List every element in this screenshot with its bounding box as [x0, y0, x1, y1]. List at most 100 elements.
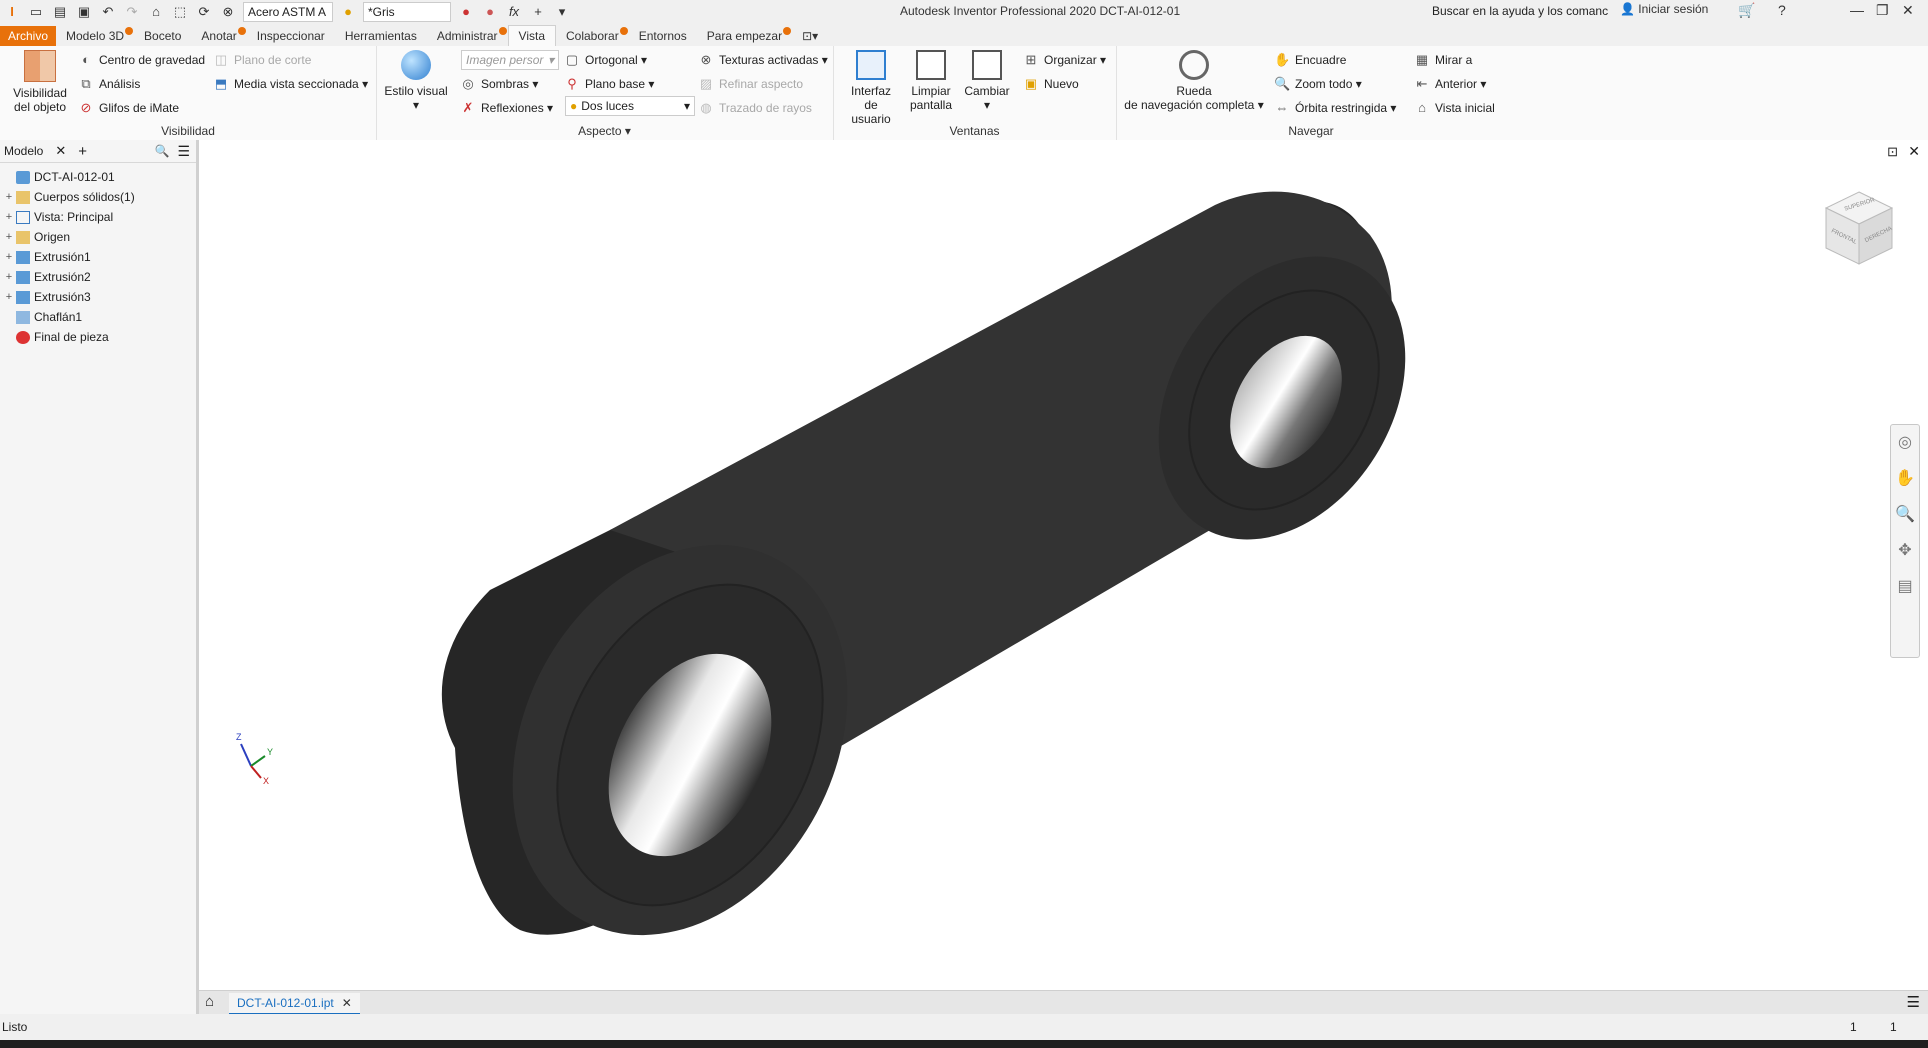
panel-title-aspecto[interactable]: Aspecto ▾: [376, 124, 833, 138]
inventor-logo-icon[interactable]: I: [4, 4, 20, 20]
tab-administrar[interactable]: Administrar: [427, 26, 508, 46]
environment-image-dropdown[interactable]: Imagen persor ▾: [461, 50, 559, 70]
tab-anotar[interactable]: Anotar: [191, 26, 246, 46]
tab-vista[interactable]: Vista: [507, 25, 556, 46]
half-section-view-button[interactable]: ⬒ Media vista seccionada ▾: [213, 76, 368, 92]
ground-plane-icon: ⚲: [567, 76, 577, 91]
save-icon[interactable]: ▣: [76, 4, 92, 20]
zoom-icon[interactable]: 🔍: [1891, 497, 1919, 533]
tree-item-view[interactable]: + Vista: Principal: [0, 207, 196, 227]
ray-tracing-button[interactable]: ◍ Trazado de rayos: [698, 100, 812, 116]
appearance-dropdown[interactable]: *Gris: [363, 2, 451, 22]
expand-icon[interactable]: +: [4, 211, 14, 223]
full-navigation-wheel-button[interactable]: Rueda de navegación completa ▾: [1124, 50, 1264, 112]
home-view-button[interactable]: ⌂ Vista inicial: [1414, 100, 1495, 116]
lighting-style-dropdown[interactable]: ● Dos luces ▾: [565, 96, 695, 116]
expand-icon[interactable]: +: [4, 231, 14, 243]
reflections-button[interactable]: ✗ Reflexiones ▾: [460, 100, 554, 116]
badge-dot: [125, 27, 134, 35]
badge-dot: [237, 27, 246, 35]
close-viewport-icon[interactable]: ✕: [1908, 143, 1920, 160]
close-window-icon[interactable]: ✕: [1902, 2, 1914, 19]
minimize-icon[interactable]: —: [1850, 2, 1864, 18]
help-search-input[interactable]: Buscar en la ayuda y los comanc: [1432, 2, 1612, 20]
fx-parameters-icon[interactable]: fx: [506, 4, 522, 20]
select-icon[interactable]: ⬚: [172, 4, 188, 20]
tree-item-part[interactable]: DCT-AI-012-01: [0, 167, 196, 187]
tab-list-menu-icon[interactable]: ☰: [1907, 993, 1920, 1011]
customize-icon[interactable]: ▾: [554, 4, 570, 20]
new-file-icon[interactable]: ▭: [28, 4, 44, 20]
view-cube[interactable]: SUPERIOR FRONTAL DERECHA: [1824, 190, 1894, 266]
arrange-button[interactable]: ⊞ Organizar ▾: [1023, 52, 1107, 68]
menu-icon[interactable]: ☰: [177, 143, 190, 160]
add-browser-icon[interactable]: +: [78, 143, 87, 160]
open-folder-icon[interactable]: ▤: [52, 4, 68, 20]
ground-plane-button[interactable]: ⚲ Plano base ▾: [564, 76, 654, 92]
tab-modelo-3d[interactable]: Modelo 3D: [56, 26, 134, 46]
cart-icon[interactable]: 🛒: [1738, 2, 1755, 19]
analysis-button[interactable]: ⧉ Análisis: [78, 76, 140, 92]
switch-window-button[interactable]: Cambiar ▾: [959, 50, 1015, 112]
refine-appearance-button[interactable]: ▨ Refinar aspecto: [698, 76, 803, 92]
tab-inspeccionar[interactable]: Inspeccionar: [247, 26, 335, 46]
tab-boceto[interactable]: Boceto: [134, 26, 191, 46]
tree-item-solid-bodies[interactable]: + Cuerpos sólidos(1): [0, 187, 196, 207]
tab-archivo[interactable]: Archivo: [0, 26, 57, 46]
adjust-icon[interactable]: ●: [458, 4, 474, 20]
maximize-viewport-icon[interactable]: ⊡: [1887, 144, 1898, 160]
tree-item-end-of-part[interactable]: Final de pieza: [0, 327, 196, 347]
tree-item-extrusion2[interactable]: + Extrusión2: [0, 267, 196, 287]
redo-icon[interactable]: ↷: [124, 4, 140, 20]
constrained-orbit-button[interactable]: ⇔ Órbita restringida ▾: [1274, 100, 1397, 116]
zoom-all-button[interactable]: 🔍 Zoom todo ▾: [1274, 76, 1362, 92]
look-at-button[interactable]: ▦ Mirar a: [1414, 52, 1473, 68]
expand-icon[interactable]: +: [4, 271, 14, 283]
sign-in-button[interactable]: 👤 Iniciar sesión: [1620, 2, 1708, 16]
search-icon[interactable]: 🔍: [154, 144, 169, 158]
section-plane-button[interactable]: ◫ Plano de corte: [213, 52, 312, 68]
orbit-icon[interactable]: ✥: [1891, 533, 1919, 569]
imate-glyphs-button[interactable]: ⊘ Glifos de iMate: [78, 100, 180, 116]
tree-item-extrusion3[interactable]: + Extrusión3: [0, 287, 196, 307]
close-icon[interactable]: ✕: [55, 143, 66, 159]
previous-view-button[interactable]: ⇤ Anterior ▾: [1414, 76, 1487, 92]
expand-icon[interactable]: +: [4, 191, 14, 203]
object-visibility-button[interactable]: Visibilidad del objeto: [8, 50, 72, 114]
help-icon[interactable]: ?: [1778, 2, 1786, 18]
clear-appearance-icon[interactable]: ●: [482, 4, 498, 20]
pan-hand-icon[interactable]: ✋: [1891, 461, 1919, 497]
pan-button[interactable]: ✋ Encuadre: [1274, 52, 1346, 68]
tab-para-empezar[interactable]: Para empezar: [697, 26, 792, 46]
home-icon[interactable]: ⌂: [148, 4, 164, 20]
steering-wheel-icon[interactable]: ◎: [1891, 425, 1919, 461]
shadows-button[interactable]: ◎ Sombras ▾: [460, 76, 538, 92]
textures-on-button[interactable]: ⊗ Texturas activadas ▾: [698, 52, 828, 68]
tab-colaborar[interactable]: Colaborar: [556, 26, 629, 46]
material-dropdown[interactable]: Acero ASTM A: [243, 2, 333, 22]
home-icon[interactable]: ⌂: [205, 993, 214, 1010]
tree-item-chamfer1[interactable]: Chaflán1: [0, 307, 196, 327]
tree-item-origin[interactable]: + Origen: [0, 227, 196, 247]
restore-icon[interactable]: ❐: [1876, 2, 1889, 19]
user-interface-button[interactable]: Interfaz de usuario: [843, 50, 899, 126]
clean-screen-button[interactable]: Limpiar pantalla: [903, 50, 959, 112]
graphics-viewport[interactable]: SUPERIOR FRONTAL DERECHA ◎ ✋ 🔍 ✥ ▤ Z Y X…: [199, 140, 1928, 990]
expand-icon[interactable]: +: [4, 251, 14, 263]
plus-icon[interactable]: +: [530, 4, 546, 20]
center-of-gravity-button[interactable]: ◐ Centro de gravedad: [78, 52, 205, 68]
new-window-button[interactable]: ▣ Nuevo: [1023, 76, 1079, 92]
document-tab[interactable]: DCT-AI-012-01.ipt ✕: [229, 993, 360, 1015]
tab-herramientas[interactable]: Herramientas: [335, 26, 427, 46]
browser-tab-modelo[interactable]: Modelo: [4, 144, 43, 158]
tab-overflow-icon[interactable]: ⊡▾: [792, 26, 828, 46]
close-tab-icon[interactable]: ✕: [342, 996, 352, 1010]
tree-item-extrusion1[interactable]: + Extrusión1: [0, 247, 196, 267]
tab-entornos[interactable]: Entornos: [629, 26, 697, 46]
visual-style-button[interactable]: Estilo visual ▾: [384, 50, 448, 112]
update-icon[interactable]: ⟳: [196, 4, 212, 20]
expand-icon[interactable]: +: [4, 291, 14, 303]
look-at-icon[interactable]: ▤: [1891, 569, 1919, 605]
orthographic-button[interactable]: ▢ Ortogonal ▾: [564, 52, 647, 68]
undo-icon[interactable]: ↶: [100, 4, 116, 20]
